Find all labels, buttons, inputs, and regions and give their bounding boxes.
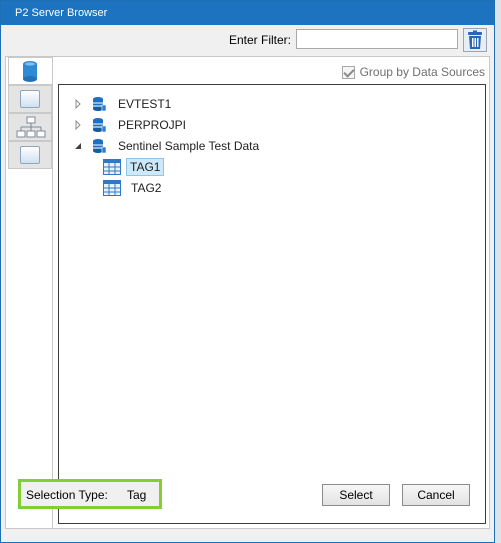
tree-node-tag2[interactable]: TAG2: [103, 179, 166, 197]
tab-data-sources[interactable]: [8, 57, 54, 85]
browser-content-panel: Group by Data Sources EVTEST1 PERPROJPI …: [52, 56, 490, 529]
tree-node-sentinel-sample-test-data[interactable]: Sentinel Sample Test Data: [73, 137, 264, 155]
server-tree: EVTEST1 PERPROJPI Sentinel Sample Test D…: [58, 84, 486, 524]
tab-panel-1[interactable]: [8, 85, 52, 113]
tree-node-label: TAG2: [131, 181, 162, 195]
panel-icon: [20, 146, 40, 164]
tree-node-tag1[interactable]: TAG1: [103, 158, 165, 176]
filter-label: Enter Filter:: [228, 33, 291, 47]
expand-arrow-icon[interactable]: [73, 99, 83, 109]
trash-icon: [468, 30, 482, 49]
tree-node-label: Sentinel Sample Test Data: [118, 139, 260, 153]
panel-icon: [20, 90, 40, 108]
tree-node-label: EVTEST1: [118, 97, 172, 111]
tab-panel-2[interactable]: [8, 141, 52, 169]
select-button[interactable]: Select: [322, 484, 390, 506]
database-icon: [93, 118, 107, 133]
database-icon: [93, 97, 107, 112]
clear-filter-button[interactable]: [463, 28, 487, 52]
filter-input[interactable]: [296, 29, 458, 49]
tree-node-evtest1[interactable]: EVTEST1: [73, 95, 176, 113]
hierarchy-icon: [16, 116, 46, 138]
collapse-arrow-icon[interactable]: [73, 141, 83, 151]
tab-hierarchy[interactable]: [8, 113, 52, 141]
expand-arrow-icon[interactable]: [73, 120, 83, 130]
background-window-edge: [495, 0, 501, 543]
tag-table-icon: [103, 159, 121, 175]
filter-row: Enter Filter:: [1, 27, 494, 55]
database-icon: [93, 139, 107, 154]
cancel-button[interactable]: Cancel: [402, 484, 470, 506]
p2-server-browser-window: P2 Server Browser Enter Filter: Group by…: [0, 0, 495, 543]
checkbox-checked-icon: [341, 65, 355, 79]
group-by-label: Group by Data Sources: [359, 65, 485, 79]
selection-type-value: Tag: [127, 488, 147, 502]
group-by-data-sources-checkbox[interactable]: Group by Data Sources: [341, 65, 485, 79]
selection-type-label: Selection Type:: [26, 488, 108, 502]
tree-node-label: PERPROJPI: [118, 118, 187, 132]
tree-node-label: TAG1: [126, 158, 165, 176]
side-tab-strip: [5, 56, 54, 529]
window-title: P2 Server Browser: [1, 1, 494, 25]
tree-node-perprojpi[interactable]: PERPROJPI: [73, 116, 191, 134]
selection-type-status: Selection Type: Tag: [18, 479, 162, 509]
tag-table-icon: [103, 180, 121, 196]
database-icon: [23, 61, 37, 82]
